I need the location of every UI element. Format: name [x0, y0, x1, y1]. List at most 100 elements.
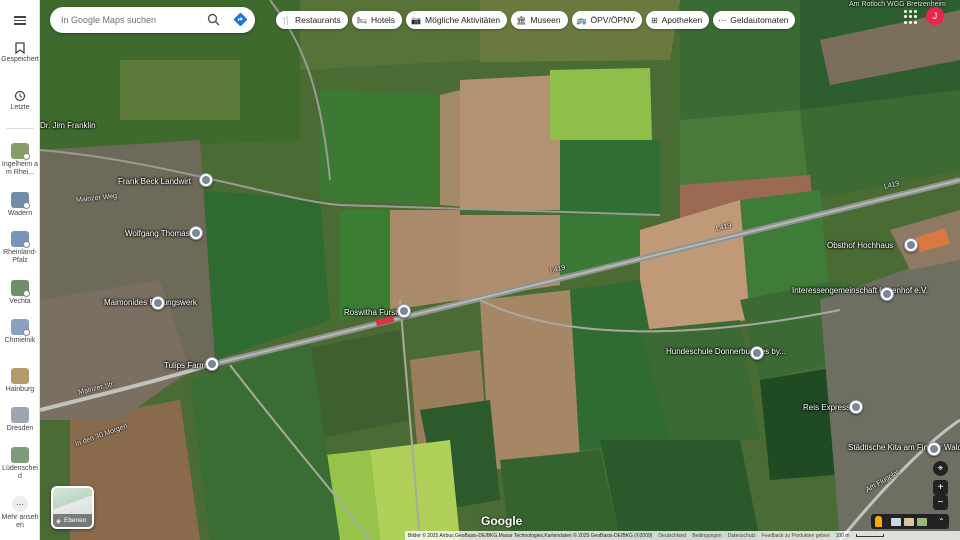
recent-place-label: Chmielnik [4, 337, 36, 344]
recent-place-item[interactable]: Vechta [0, 280, 40, 306]
feedback-link[interactable]: Feedback zu Produkten geben [762, 533, 830, 539]
layers-button[interactable]: ◈ Ebenen [51, 486, 94, 529]
recent-place-label: Lüdenscheid [2, 465, 38, 480]
place-label[interactable]: Wolfgang Thomas [125, 229, 190, 238]
recent-place-label: Wadern [7, 210, 33, 217]
place-pin-icon[interactable] [397, 304, 411, 318]
recent-place-thumbnail [11, 280, 30, 297]
directions-icon[interactable] [233, 12, 248, 27]
chip-label: Museen [530, 15, 561, 25]
recent-place-item[interactable]: Rheinland-Pfalz [0, 231, 40, 265]
museum-icon: 🏛 [516, 15, 527, 25]
pegman-icon[interactable] [875, 516, 882, 527]
recent-place-label: Dresden [6, 425, 34, 432]
satellite-imagery [40, 0, 960, 540]
chip-transit[interactable]: 🚌 ÖPV/ÖPNV [571, 11, 642, 29]
chip-label: Hotels [370, 15, 396, 25]
place-label[interactable]: Interessengemeinschaft Layenhof e.V. [792, 286, 928, 295]
terms-link[interactable]: Bedingungen [692, 533, 721, 539]
google-logo: Google [481, 514, 523, 528]
atm-icon: ⋯ [718, 15, 727, 25]
privacy-link[interactable]: Datenschutz [728, 533, 756, 539]
crosshair-icon: ⌖ [937, 463, 944, 474]
imagery-thumbnail[interactable] [917, 517, 927, 526]
country-link[interactable]: Deutschland [658, 533, 686, 539]
chip-pharmacies[interactable]: ⊞ Apotheken [645, 11, 710, 29]
layers-icon: ◈ [56, 517, 61, 525]
recent-place-item[interactable]: Hainburg [0, 368, 40, 394]
restaurant-icon: 🍴 [281, 15, 291, 25]
recent-place-item[interactable]: Chmielnik [0, 319, 40, 345]
satellite-map[interactable]: Dr. Jim Franklin Frank Beck Landwirt Wol… [40, 0, 960, 540]
recent-place-item[interactable]: Lüdenscheid [0, 447, 40, 481]
chip-label: Mögliche Aktivitäten [425, 15, 501, 25]
place-label[interactable]: Maimonides Bildungswerk [104, 298, 197, 307]
saved-button[interactable]: Gespeichert [0, 42, 40, 64]
recent-place-thumbnail [11, 192, 30, 209]
street-view-bar: ⌃ [871, 514, 949, 529]
place-pin-icon[interactable] [927, 442, 941, 456]
layers-label: Ebenen [64, 517, 87, 524]
place-pin-icon[interactable] [750, 346, 764, 360]
pharmacy-icon: ⊞ [650, 15, 658, 25]
camera-icon: 📷 [411, 15, 422, 25]
recent-place-thumbnail [11, 407, 29, 423]
imagery-thumbnail[interactable] [904, 517, 914, 526]
recent-button[interactable]: Letzte [0, 90, 40, 112]
left-rail: Gespeichert Letzte Ingelheim am Rhei... … [0, 0, 40, 540]
chip-label: Restaurants [294, 15, 341, 25]
avatar[interactable]: J [926, 7, 944, 25]
history-icon [14, 90, 26, 102]
place-label[interactable]: Hundeschule Donnerbuddies by... [666, 347, 786, 356]
hamburger-icon [14, 14, 26, 27]
place-label[interactable]: Am Rotloch WGG Bretzenheim [849, 0, 946, 9]
chip-atms[interactable]: ⋯ Geldautomaten [713, 11, 796, 29]
recent-place-label: Rheinland-Pfalz [3, 249, 37, 264]
saved-label: Gespeichert [1, 56, 39, 63]
recent-place-label: Ingelheim am Rhei... [1, 161, 39, 176]
zoom-out-button[interactable]: − [933, 495, 948, 510]
chip-activities[interactable]: 📷 Mögliche Aktivitäten [406, 11, 508, 29]
scale-bar [855, 534, 884, 537]
place-pin-icon[interactable] [205, 357, 219, 371]
chip-label: Apotheken [661, 15, 703, 25]
my-location-button[interactable]: ⌖ [933, 461, 948, 476]
attribution-bar: Bilder © 2025 Airbus,GeoBasis-DE/BKG,Max… [405, 531, 960, 540]
place-label[interactable]: Roswitha Furst [344, 308, 397, 317]
place-pin-icon[interactable] [199, 173, 213, 187]
place-label[interactable]: Städtische Kita am Finther Wald [848, 443, 960, 452]
recent-place-label: Vechta [9, 298, 31, 305]
recent-place-item[interactable]: Ingelheim am Rhei... [0, 143, 40, 177]
recent-place-item[interactable]: Wadern [0, 192, 40, 218]
place-pin-icon[interactable] [904, 238, 918, 252]
more-icon: ⋯ [12, 496, 28, 512]
place-pin-icon[interactable] [151, 296, 165, 310]
chip-hotels[interactable]: 🛏 Hotels [351, 11, 403, 29]
place-label[interactable]: Reis Express [803, 403, 850, 412]
recent-place-thumbnail [11, 368, 29, 384]
scale-label[interactable]: 100 m [836, 533, 850, 539]
minus-icon: − [937, 497, 944, 508]
place-pin-icon[interactable] [849, 400, 863, 414]
transit-icon: 🚌 [576, 15, 587, 25]
more-button[interactable]: ⋯ Mehr ansehen [0, 496, 40, 530]
search-icon[interactable] [207, 13, 220, 26]
recent-place-item[interactable]: Dresden [0, 407, 40, 433]
place-label[interactable]: Frank Beck Landwirt [118, 177, 191, 186]
chip-museums[interactable]: 🏛 Museen [511, 11, 568, 29]
place-pin-icon[interactable] [880, 287, 894, 301]
divider [6, 128, 34, 129]
place-label[interactable]: Obsthof Hochhaus [827, 241, 893, 250]
google-apps-icon[interactable] [904, 10, 918, 24]
place-pin-icon[interactable] [189, 226, 203, 240]
menu-button[interactable] [0, 14, 40, 27]
zoom-in-button[interactable]: + [933, 480, 948, 495]
recent-label: Letzte [10, 104, 30, 111]
imagery-thumbnail[interactable] [891, 517, 901, 526]
expand-icon[interactable]: ⌃ [938, 517, 945, 526]
search-input[interactable] [61, 15, 201, 25]
chip-restaurants[interactable]: 🍴 Restaurants [276, 11, 348, 29]
place-label[interactable]: Dr. Jim Franklin [40, 121, 96, 130]
place-label[interactable]: Tulips Farm [164, 361, 206, 370]
category-chips: 🍴 Restaurants 🛏 Hotels 📷 Mögliche Aktivität… [276, 11, 796, 29]
